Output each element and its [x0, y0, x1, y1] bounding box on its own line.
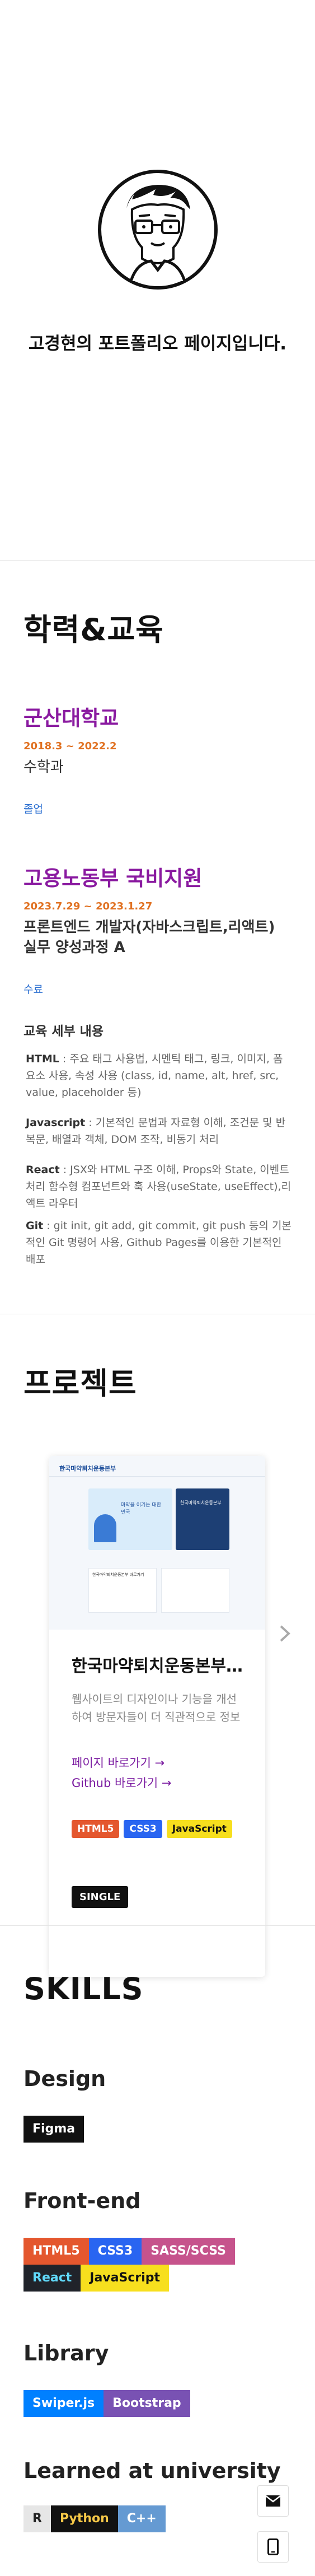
skill-bootstrap: Bootstrap	[104, 2390, 190, 2417]
preview-site-name: 한국마약퇴치운동본부	[59, 1465, 116, 1472]
hero-section: 고경현의 포트폴리오 페이지입니다.	[0, 0, 315, 560]
mail-button[interactable]	[257, 2485, 289, 2517]
skill-react: React	[23, 2265, 81, 2292]
frontend-badges: HTML5 CSS3 SASS/SCSS React JavaScript	[23, 2238, 286, 2292]
skill-group-frontend: Front-end	[23, 2188, 141, 2213]
training-period: 2023.7.29 ~ 2023.1.27	[23, 900, 153, 912]
project-card[interactable]: 한국마약퇴치운동본부 마약을 이기는 대한민국 한국마약퇴치운동본부 한국마약퇴…	[49, 1456, 265, 1977]
skill-group-design: Design	[23, 2066, 106, 2091]
skill-css3: CSS3	[88, 2238, 142, 2265]
phone-button[interactable]	[257, 2531, 289, 2563]
design-badges: Figma	[23, 2116, 286, 2143]
details-heading: 교육 세부 내용	[23, 1024, 104, 1039]
training-name: 고용노동부 국비지원	[23, 866, 203, 890]
skill-group-library: Library	[23, 2341, 109, 2365]
skill-group-university: Learned at university	[23, 2458, 281, 2483]
hero-title: 고경현의 포트폴리오 페이지입니다.	[28, 334, 287, 354]
preview-banner-left: 마약을 이기는 대한민국	[88, 1488, 172, 1550]
preview-banner-right: 한국마약퇴치운동본부	[176, 1488, 229, 1550]
library-badges: Swiper.js Bootstrap	[23, 2390, 286, 2417]
tag-html5: HTML5	[72, 1820, 120, 1838]
school-name: 군산대학교	[23, 706, 119, 730]
page-link[interactable]: 페이지 바로가기 →	[72, 1754, 164, 1771]
skill-r: R	[23, 2505, 51, 2532]
education-heading: 학력&교육	[23, 612, 164, 647]
project-title: 한국마약퇴치운동본부 웹사이트 리뉴얼	[72, 1656, 245, 1676]
project-description: 웹사이트의 디자인이나 기능을 개선하여 방문자들이 더 직관적으로 정보를 얻…	[72, 1692, 241, 1724]
avatar-illustration	[98, 170, 218, 290]
school-period: 2018.3 ~ 2022.2	[23, 740, 117, 752]
chevron-right-icon[interactable]	[275, 1624, 294, 1643]
skill-cpp: C++	[117, 2505, 166, 2532]
school-status: 졸업	[23, 803, 43, 815]
section-divider	[0, 1925, 315, 1926]
tag-css3: CSS3	[124, 1820, 162, 1838]
single-badge: SINGLE	[72, 1886, 129, 1908]
detail-html: HTML : 주요 태그 사용법, 시멘틱 태그, 링크, 이미지, 폼 요소 …	[26, 1053, 283, 1099]
school-major: 수학과	[23, 759, 64, 776]
github-link[interactable]: Github 바로가기 →	[72, 1774, 172, 1791]
skill-javascript: JavaScript	[81, 2265, 170, 2292]
skill-figma: Figma	[23, 2116, 84, 2143]
tag-javascript: JavaScript	[166, 1820, 232, 1838]
detail-javascript: Javascript : 기본적인 문법과 자료형 이해, 조건문 및 반복문,…	[26, 1117, 286, 1146]
university-badges: R Python C++	[23, 2505, 286, 2532]
skill-python: Python	[50, 2505, 118, 2532]
skill-swiper: Swiper.js	[23, 2390, 104, 2417]
project-preview-image: 한국마약퇴치운동본부 마약을 이기는 대한민국 한국마약퇴치운동본부 한국마약퇴…	[49, 1456, 265, 1630]
mail-icon	[265, 2495, 281, 2507]
skill-sass: SASS/SCSS	[142, 2238, 235, 2265]
section-divider	[0, 560, 315, 561]
preview-notice: 한국마약퇴치운동본부 바로가기	[88, 1568, 157, 1613]
training-status: 수료	[23, 983, 43, 996]
skills-heading: SKILLS	[23, 1971, 144, 2006]
projects-heading: 프로젝트	[23, 1366, 137, 1401]
detail-git: Git : git init, git add, git commit, git…	[26, 1220, 292, 1266]
detail-react: React : JSX와 HTML 구조 이해, Props와 State, 이…	[26, 1164, 292, 1210]
phone-icon	[267, 2538, 279, 2555]
project-tags: HTML5 CSS3 JavaScript	[72, 1820, 232, 1838]
training-course: 프론트엔드 개발자(자바스크립트,리액트) 실무 양성과정 A	[23, 919, 275, 956]
skill-html5: HTML5	[23, 2238, 89, 2265]
